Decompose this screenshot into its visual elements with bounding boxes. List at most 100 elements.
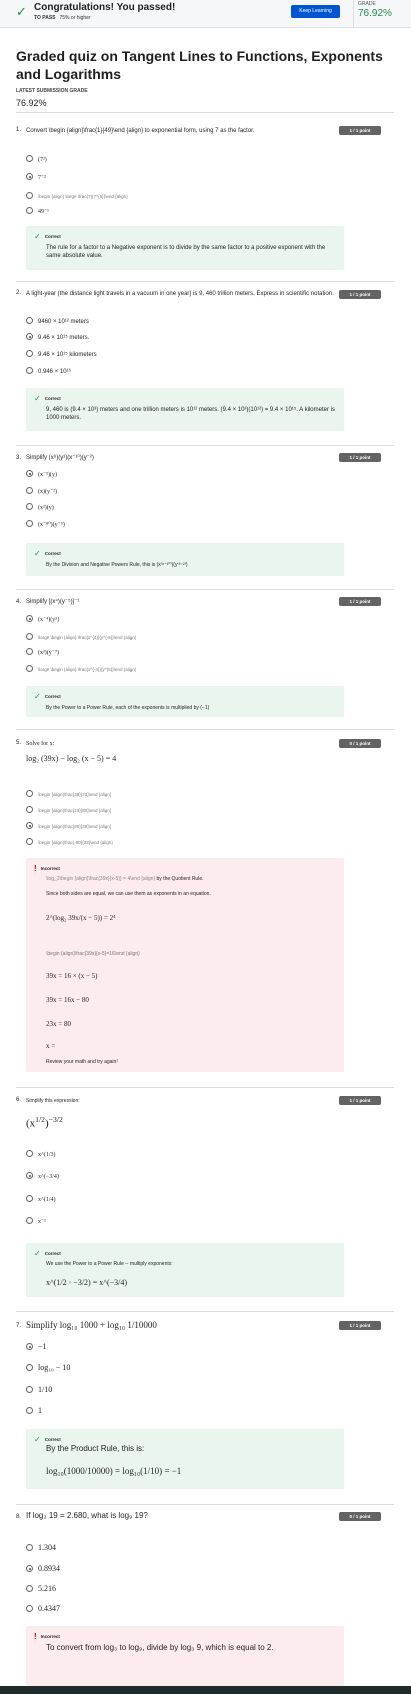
radio-icon[interactable] [26,503,33,510]
grade-value: 76.92% [358,8,392,19]
feedback-incorrect: ! Incorrect \log_2\begin {align}\frac{39x… [26,858,344,1072]
question-text: Solve for x: [26,741,55,747]
answer-option[interactable]: 1.304 [26,1543,56,1552]
answer-option[interactable]: \begin {align}\frac{80}{39}\end {align} [26,822,111,829]
radio-icon[interactable] [26,1585,33,1592]
radio-icon[interactable] [26,790,33,797]
radio-selected-icon[interactable] [26,470,33,477]
radio-icon[interactable] [26,1217,33,1224]
answer-option[interactable]: \large \begin {align} \frac{x^{4}}{y^{-5… [26,633,136,640]
radio-selected-icon[interactable] [26,822,33,829]
radio-selected-icon[interactable] [26,615,33,622]
answer-option[interactable]: (x)(y⁻²) [26,487,57,495]
question-equation: log₂ (39x) − log₂ (x − 5) = 4 [26,754,117,763]
radio-icon[interactable] [26,1150,33,1157]
answer-option[interactable]: log₁₀ − 10 [26,1363,70,1372]
answer-option[interactable]: (x⁻⁴)(y⁵) [26,615,59,623]
divider [16,445,394,446]
answer-option[interactable]: x^(1/3) [26,1150,55,1158]
answer-option[interactable]: 9.46 × 10¹⁵ kilometers [26,350,97,358]
answer-option[interactable]: 0.4347 [26,1604,60,1613]
answer-option[interactable]: 1/10 [26,1385,52,1394]
divider [16,589,394,590]
feedback-equation: 2^(log₂ 39x/(x − 5)) = 2⁴ [46,914,116,922]
radio-icon[interactable] [26,317,33,324]
feedback-text: By the Division and Negative Powers Rule… [46,562,188,568]
radio-icon[interactable] [26,838,33,845]
feedback-equation: 23x = 80 [46,1020,71,1028]
page-title: Graded quiz on Tangent Lines to Function… [16,48,383,82]
answer-option[interactable]: 0.8934 [26,1564,60,1573]
feedback-correct: ✓ Correct 9, 460 is (9.4 × 10³) meters an… [26,388,344,431]
answer-option[interactable]: x⁻¹ [26,1217,46,1225]
feedback-text: Review your math and try again! [46,1059,118,1065]
points-badge: 1 / 1 point [339,126,381,135]
radio-icon[interactable] [26,648,33,655]
answer-option[interactable]: 5.216 [26,1584,56,1593]
radio-icon[interactable] [26,367,33,374]
check-icon: ✓ [34,1435,41,1444]
radio-icon[interactable] [26,633,33,640]
exclamation-icon: ! [34,864,37,873]
exclamation-icon: ! [34,1632,37,1641]
answer-option[interactable]: (7²) [26,155,47,163]
feedback-correct: ✓ Correct By the Power to a Power Rule, e… [26,686,344,717]
feedback-text: Since both sides are equal, we can use t… [46,891,211,897]
check-icon: ✓ [34,549,41,558]
radio-selected-icon[interactable] [26,1343,33,1350]
radio-selected-icon[interactable] [26,173,33,180]
feedback-equation: log₁₀(1000/10000) = log₁₀(1/10) = −1 [46,1466,182,1476]
answer-option[interactable]: \begin {align}\frac{-80}{23}\end {align} [26,838,113,845]
radio-icon[interactable] [26,1386,33,1393]
radio-icon[interactable] [26,806,33,813]
answer-option[interactable]: (x⁻²)(y) [26,470,57,478]
radio-icon[interactable] [26,192,33,199]
radio-selected-icon[interactable] [26,1565,33,1572]
answer-option[interactable]: 0.946 × 10¹⁶ [26,367,71,375]
radio-icon[interactable] [26,1364,33,1371]
answer-option[interactable]: 7⁻² [26,173,46,181]
feedback-text: The rule for a factor to a Negative expo… [46,245,326,259]
question-number: 1. [16,127,22,133]
feedback-incorrect: ! Incorrect To convert from log₃ to log₉,… [26,1626,344,1686]
question-text: If log₃ 19 = 2.680, what is log₉ 19? [26,1511,148,1520]
grade-label: GRADE [358,1,376,7]
feedback-text: To convert from log₃ to log₉, divide by … [46,1643,274,1652]
answer-option[interactable]: \begin {align}\frac{23}{80}\end {align} [26,806,111,813]
answer-option[interactable]: 9.46 × 10¹⁵ meters. [26,333,89,341]
radio-selected-icon[interactable] [26,333,33,340]
answer-option[interactable]: \large \begin {align} \frac{x^{-4}}{y^{5… [26,665,136,672]
feedback-equation: x^(1/2 · −3/2) = x^(−3/4) [46,1278,128,1287]
answer-option[interactable]: 1 [26,1406,42,1415]
radio-icon[interactable] [26,155,33,162]
answer-option[interactable]: (x³)(y⁻⁷) [26,648,59,656]
radio-icon[interactable] [26,487,33,494]
radio-icon[interactable] [26,520,33,527]
answer-option[interactable]: \begin {align}\frac{39}{23}\end {align} [26,790,111,797]
points-badge: 0 / 1 point [339,1512,381,1521]
question-number: 7. [16,1323,22,1329]
radio-icon[interactable] [26,1195,33,1202]
radio-icon[interactable] [26,350,33,357]
latest-grade-value: 76.92% [16,98,47,108]
radio-selected-icon[interactable] [26,1172,33,1179]
feedback-text: 9, 460 is (9.4 × 10³) meters and one tri… [46,407,335,421]
question-text: Simplify log₁₀ 1000 + log₁₀ 1/10000 [26,1320,157,1330]
feedback-equation: x = [46,1042,56,1050]
answer-option[interactable]: 9460 × 10¹² meters [26,317,89,325]
radio-icon[interactable] [26,1605,33,1612]
question-number: 2. [16,290,22,296]
answer-option[interactable]: −1 [26,1342,47,1351]
radio-icon[interactable] [26,1407,33,1414]
answer-option[interactable]: 49⁻¹ [26,207,49,215]
radio-icon[interactable] [26,207,33,214]
radio-icon[interactable] [26,1544,33,1551]
answer-option[interactable]: x^(1/4) [26,1195,55,1203]
radio-icon[interactable] [26,665,33,672]
answer-option[interactable]: (x²)(y) [26,503,54,511]
question-text: Simplify [(x⁴)(y⁻⁵)]⁻¹ [26,599,80,605]
keep-learning-button[interactable]: Keep Learning [291,5,340,18]
answer-option[interactable]: x^(−3/4) [26,1172,59,1180]
answer-option[interactable]: (x⁻⁸⁰)(y⁻⁶) [26,520,65,528]
answer-option[interactable]: \begin {align} \large \frac{7}{7^{5}}\en… [26,192,128,199]
